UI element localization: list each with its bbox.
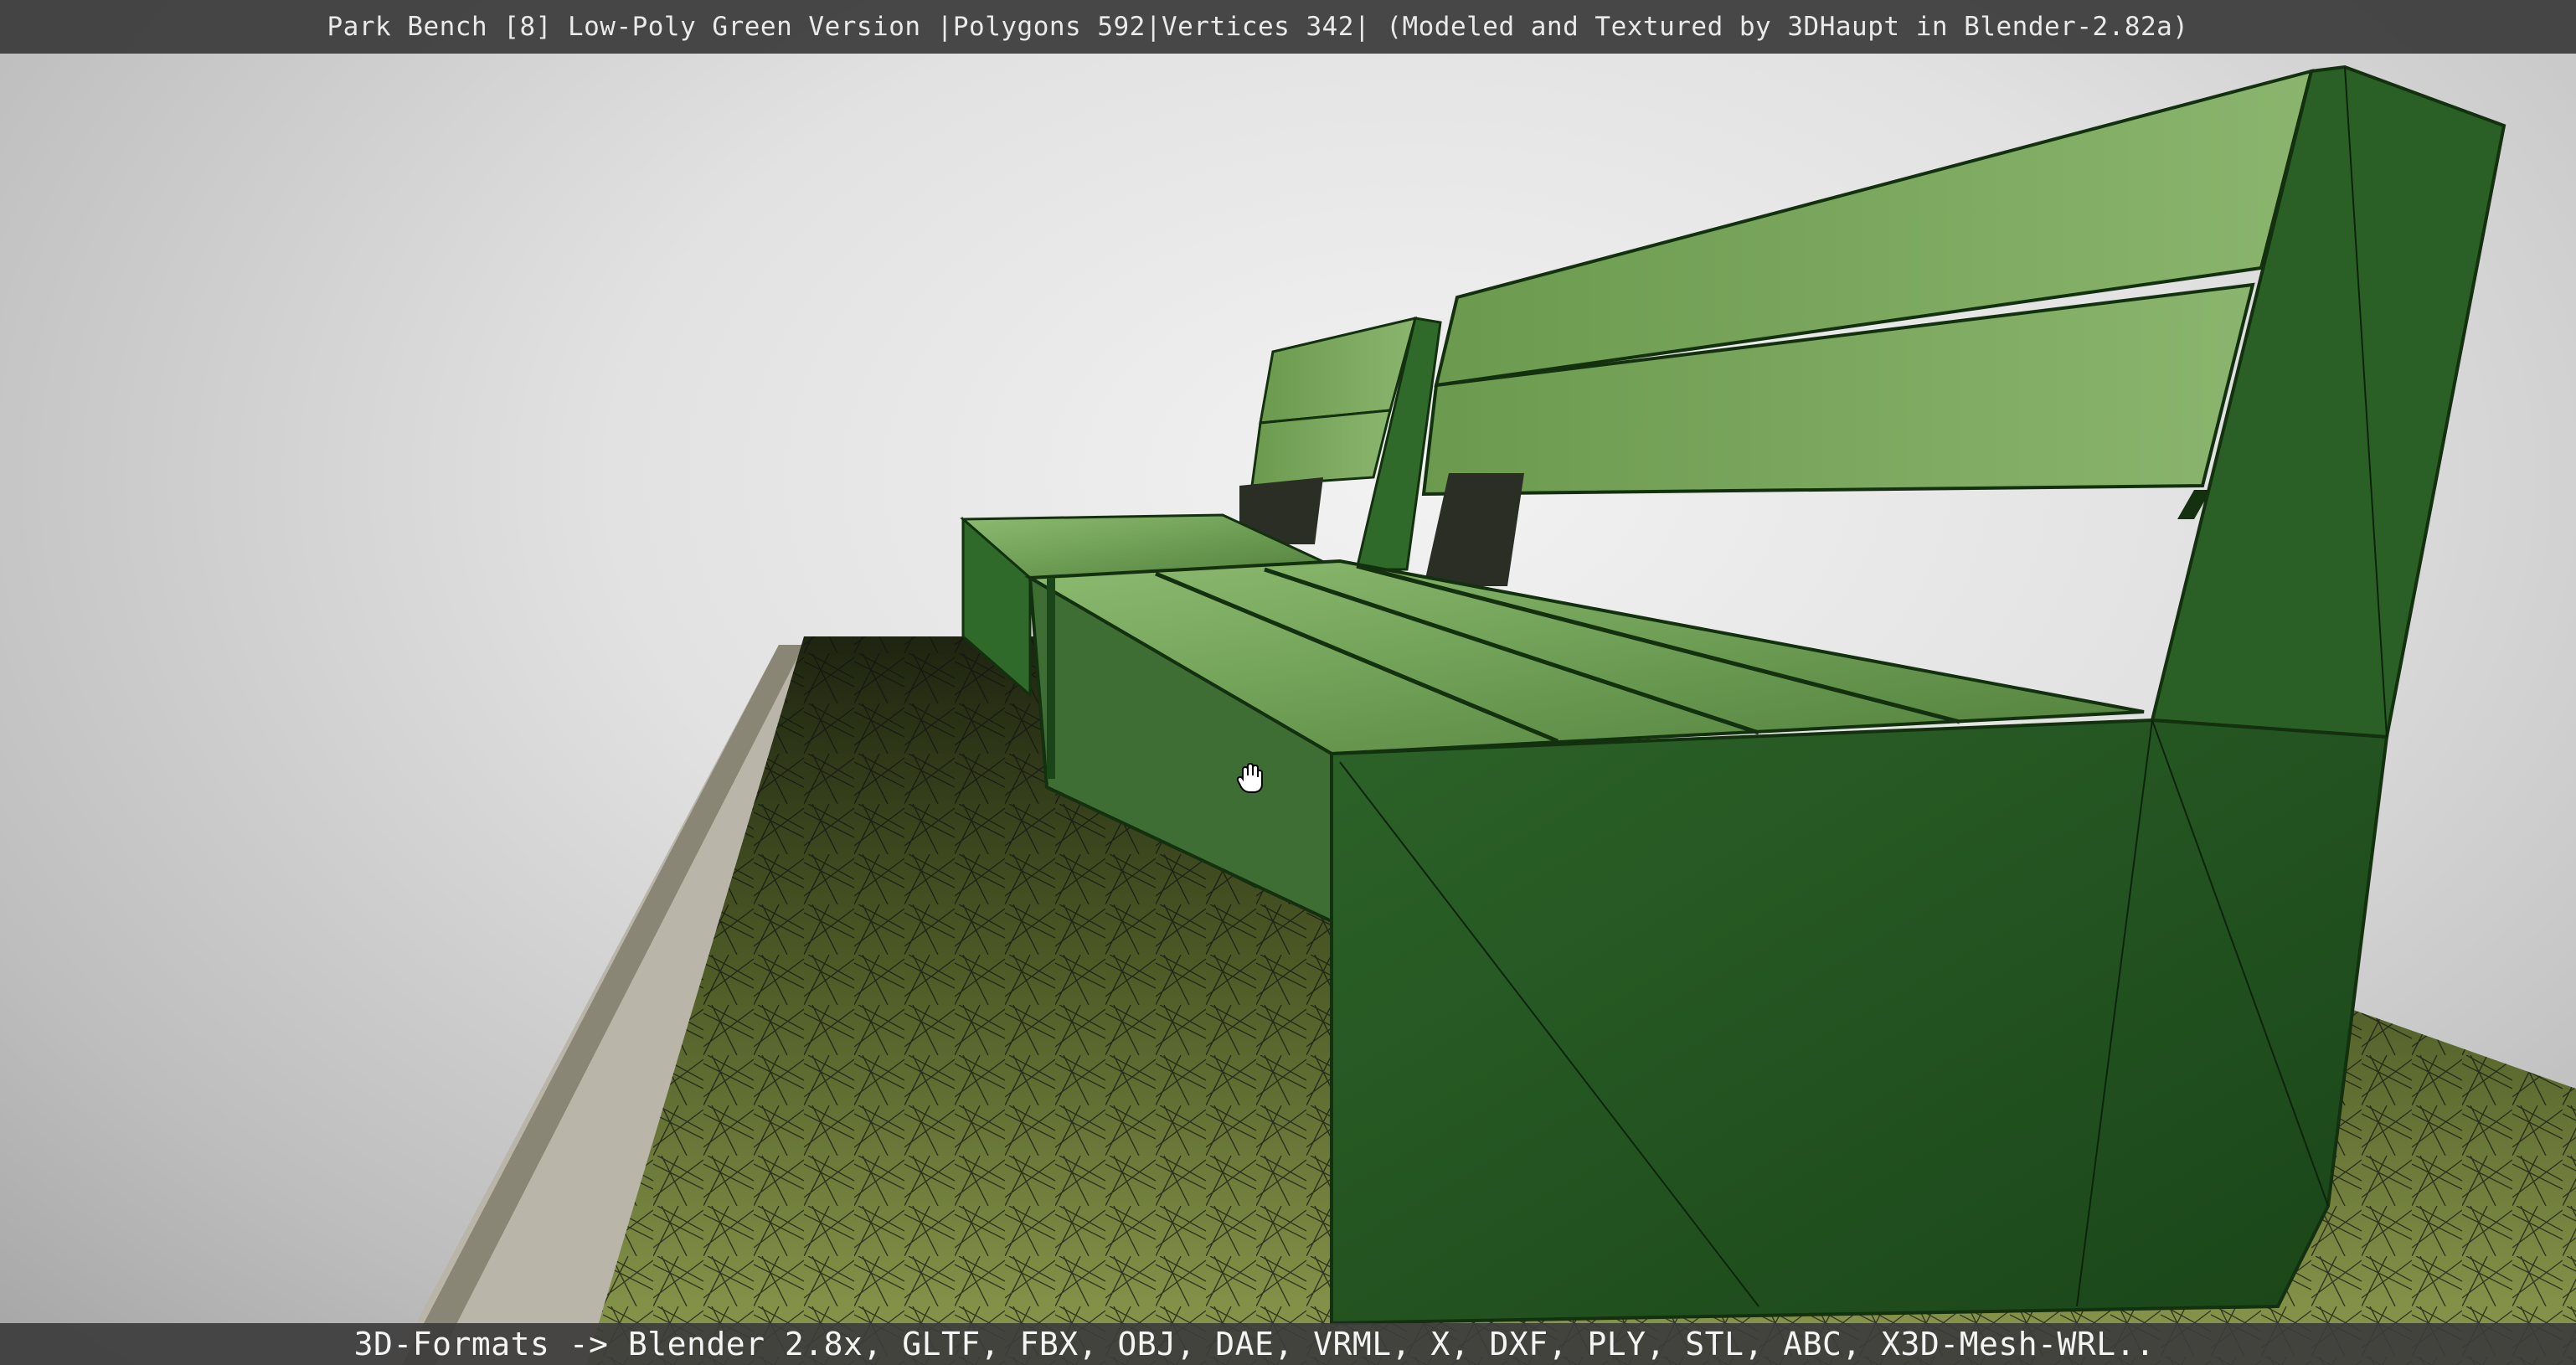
title-bar: Park Bench [8] Low-Poly Green Version |P… [0,0,2576,54]
3d-viewport[interactable] [0,0,2576,1365]
formats-caption: 3D-Formats -> Blender 2.8x, GLTF, FBX, O… [353,1326,2156,1362]
bench-render [394,64,2576,1365]
backrest [1421,69,2314,586]
model-title: Park Bench [8] Low-Poly Green Version |P… [327,12,2189,42]
formats-bar: 3D-Formats -> Blender 2.8x, GLTF, FBX, O… [0,1323,2576,1365]
grab-hand-icon [1236,762,1263,793]
